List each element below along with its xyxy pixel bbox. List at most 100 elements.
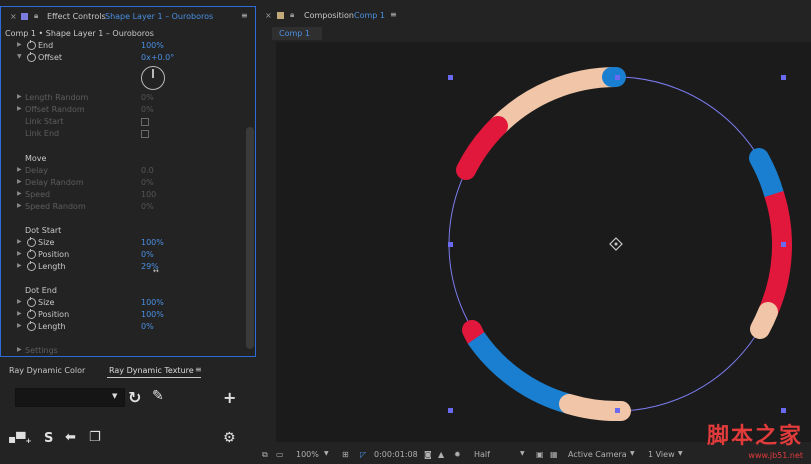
link-start-checkbox[interactable] [141, 118, 149, 126]
squares-add-icon[interactable]: ▪▀₊ [8, 432, 32, 446]
prop-value[interactable]: 0% [141, 178, 154, 187]
dropdown-arrow-icon[interactable]: ▼ [630, 450, 635, 457]
prop-value[interactable]: 0.0 [141, 166, 154, 175]
dropdown-arrow-icon[interactable]: ▼ [678, 450, 683, 457]
panel-menu-icon[interactable]: ≡ [195, 365, 202, 374]
prop-offset[interactable]: ▼ Offset 0x+0.0° [1, 52, 246, 65]
stopwatch-icon[interactable] [27, 249, 36, 259]
panel-menu-icon[interactable]: ≡ [390, 10, 397, 19]
expand-arrow-icon[interactable]: ▶ [17, 250, 22, 257]
prop-link-end[interactable]: Link End [1, 129, 246, 141]
prop-label: Offset [38, 53, 63, 62]
plus-icon[interactable]: + [223, 388, 236, 407]
resolution-select[interactable]: Half [474, 450, 490, 459]
prop-value[interactable]: 100% [141, 41, 164, 50]
close-icon[interactable]: × [10, 12, 17, 21]
expand-arrow-icon[interactable]: ▶ [17, 238, 22, 245]
prop-delay-random[interactable]: ▶ Delay Random 0% [1, 178, 246, 190]
prop-value[interactable]: 100 [141, 190, 156, 199]
tab-ray-dynamic-texture[interactable]: Ray Dynamic Texture [109, 366, 194, 375]
prop-speed-random[interactable]: ▶ Speed Random 0% [1, 202, 246, 214]
prop-offset-random[interactable]: ▶ Offset Random 0% [1, 105, 246, 117]
expand-arrow-icon[interactable]: ▶ [17, 322, 22, 329]
angle-dial[interactable] [141, 66, 165, 90]
prop-value[interactable]: 0% [141, 93, 154, 102]
tab-ray-dynamic-color[interactable]: Ray Dynamic Color [9, 366, 85, 375]
prop-value[interactable]: 100% [141, 298, 164, 307]
expand-arrow-icon[interactable]: ▶ [17, 41, 22, 48]
snapshot-icon[interactable]: ◙ [424, 450, 432, 459]
composition-canvas[interactable] [276, 42, 811, 442]
lock-icon[interactable]: 🔒︎ [34, 11, 38, 21]
collapse-arrow-icon[interactable]: ▼ [17, 53, 22, 60]
mask-icon[interactable]: ◸ [360, 450, 366, 459]
prop-link-start[interactable]: Link Start [1, 117, 246, 129]
viewer-options-icon[interactable]: ⧉ [262, 450, 268, 460]
expand-arrow-icon[interactable]: ▶ [17, 298, 22, 305]
color-channels-icon[interactable]: ✹ [454, 450, 461, 459]
prop-value[interactable]: 0% [141, 322, 154, 331]
prop-value[interactable]: 100% [141, 238, 164, 247]
effect-controls-tab[interactable]: Effect Controls [47, 12, 106, 21]
stopwatch-icon[interactable] [27, 52, 36, 62]
stopwatch-icon[interactable] [27, 297, 36, 307]
prop-value[interactable]: 0% [141, 250, 154, 259]
gear-icon[interactable]: ⚙ [223, 430, 236, 446]
prop-dot-start-size[interactable]: ▶ Size 100% [1, 237, 246, 250]
prop-value[interactable]: 100% [141, 310, 164, 319]
prop-value[interactable]: 0% [141, 105, 154, 114]
show-snapshot-icon[interactable]: ▲ [438, 450, 444, 459]
transparency-grid-icon[interactable]: ▦ [550, 450, 558, 459]
expand-arrow-icon[interactable]: ▶ [17, 262, 22, 269]
expand-arrow-icon[interactable]: ▶ [17, 105, 22, 112]
prop-dot-end-size[interactable]: ▶ Size 100% [1, 297, 246, 310]
prop-delay[interactable]: ▶ Delay 0.0 [1, 166, 246, 178]
expand-arrow-icon[interactable]: ▶ [17, 346, 22, 353]
expand-arrow-icon[interactable]: ▶ [17, 166, 22, 173]
expand-arrow-icon[interactable]: ▶ [17, 310, 22, 317]
zoom-select[interactable]: 100% [296, 450, 319, 459]
dropdown-arrow-icon[interactable]: ▼ [112, 392, 117, 400]
camera-select[interactable]: Active Camera [568, 450, 627, 459]
prop-settings[interactable]: ▶ Settings [1, 346, 246, 358]
dropdown-arrow-icon[interactable]: ▼ [520, 450, 525, 457]
expand-arrow-icon[interactable]: ▶ [17, 93, 22, 100]
lock-icon[interactable]: 🔒︎ [290, 10, 294, 20]
composition-tab[interactable]: Composition [304, 11, 354, 20]
stopwatch-icon[interactable] [27, 321, 36, 331]
prop-dot-end-position[interactable]: ▶ Position 100% [1, 309, 246, 322]
panel-menu-icon[interactable]: ≡ [241, 11, 248, 20]
stopwatch-icon[interactable] [27, 309, 36, 319]
prop-dot-start-position[interactable]: ▶ Position 0% [1, 249, 246, 262]
dropdown-arrow-icon[interactable]: ▼ [324, 450, 329, 457]
s-icon[interactable]: S [44, 431, 53, 446]
scrollbar-thumb[interactable] [246, 127, 254, 349]
region-of-interest-icon[interactable]: ▣ [536, 450, 544, 459]
expand-arrow-icon[interactable]: ▶ [17, 178, 22, 185]
prop-length-random[interactable]: ▶ Length Random 0% [1, 93, 246, 105]
stopwatch-icon[interactable] [27, 261, 36, 271]
stopwatch-icon[interactable] [27, 40, 36, 50]
prop-value[interactable]: 0x+0.0° [141, 53, 174, 62]
texture-select[interactable]: ▼ [15, 388, 125, 407]
expand-arrow-icon[interactable]: ▶ [17, 202, 22, 209]
timecode[interactable]: 0:00:01:08 [374, 450, 418, 459]
arrow-back-icon[interactable]: ⬅ [65, 430, 76, 445]
expand-arrow-icon[interactable]: ▶ [17, 190, 22, 197]
close-icon[interactable]: × [265, 11, 272, 20]
prop-dot-end-length[interactable]: ▶ Length 0% [1, 321, 246, 334]
prop-dot-start-length[interactable]: ▶ Length 29% ↔ [1, 261, 246, 275]
prop-value[interactable]: 0% [141, 202, 154, 211]
pencil-icon[interactable]: ✎ [152, 388, 164, 404]
monitor-icon[interactable]: ▭ [276, 450, 284, 459]
anchor-point-icon[interactable] [609, 237, 623, 251]
stopwatch-icon[interactable] [27, 237, 36, 247]
prop-end[interactable]: ▶ End 100% [1, 40, 246, 53]
refresh-icon[interactable]: ↻ [128, 388, 141, 407]
link-end-checkbox[interactable] [141, 130, 149, 138]
views-select[interactable]: 1 View [648, 450, 675, 459]
viewer-tab-comp1[interactable]: Comp 1 [272, 27, 322, 40]
fit-frame-icon[interactable]: ⊞ [342, 450, 349, 459]
prop-speed[interactable]: ▶ Speed 100 [1, 190, 246, 202]
copy-icon[interactable]: ❐ [89, 430, 101, 445]
